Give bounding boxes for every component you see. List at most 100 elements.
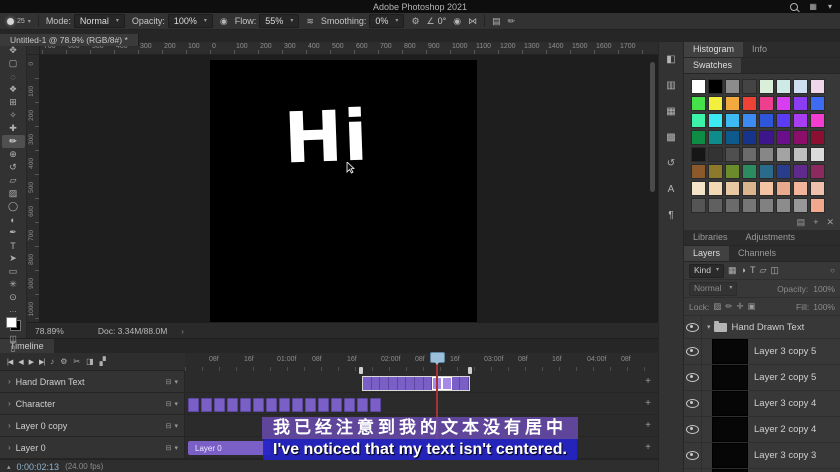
screen-mode-icon[interactable]: ▯ — [11, 344, 15, 353]
timeline-frame-clip[interactable] — [370, 398, 381, 412]
tool-quick-selection[interactable]: ❖ — [2, 83, 25, 96]
delete-swatch-icon[interactable]: ✕ — [826, 217, 834, 228]
timeline-frame-clip[interactable] — [201, 398, 212, 412]
swatch[interactable] — [691, 198, 706, 213]
swatch[interactable] — [759, 147, 774, 162]
swatch[interactable] — [810, 113, 825, 128]
swatch[interactable] — [776, 79, 791, 94]
go-to-start-button[interactable]: |◀ — [7, 358, 12, 366]
swatch[interactable] — [725, 164, 740, 179]
swatch[interactable] — [742, 130, 757, 145]
swatch[interactable] — [742, 147, 757, 162]
swatch[interactable] — [691, 96, 706, 111]
visibility-toggle[interactable] — [684, 339, 702, 364]
timeline-frame-clip[interactable] — [279, 398, 290, 412]
next-frame-button[interactable]: ▶| — [39, 358, 44, 366]
zoom-level[interactable]: 78.89% — [35, 326, 64, 336]
airbrush-icon[interactable]: ≋ — [306, 16, 314, 27]
previous-frame-button[interactable]: ◀ — [18, 358, 22, 366]
add-media-button[interactable]: + — [645, 442, 651, 453]
layer-row[interactable]: Layer 2 copy 4 — [684, 417, 840, 443]
lock-pixels-icon[interactable]: ✏ — [725, 301, 732, 312]
swatch[interactable] — [759, 198, 774, 213]
swatch[interactable] — [776, 198, 791, 213]
patterns-panel-icon[interactable]: ▦ — [666, 106, 675, 117]
tool-lasso[interactable]: ◌ — [2, 70, 25, 83]
swatch[interactable] — [810, 164, 825, 179]
tool-path-selection[interactable]: ➤ — [2, 252, 25, 265]
swatch[interactable] — [793, 198, 808, 213]
swatch[interactable] — [759, 96, 774, 111]
tool-brush[interactable]: ✏ — [2, 135, 25, 148]
swatch[interactable] — [776, 181, 791, 196]
tool-healing-brush[interactable]: ✚ — [2, 122, 25, 135]
swatch[interactable] — [742, 113, 757, 128]
frame-segment[interactable] — [424, 377, 433, 390]
color-panel-icon[interactable]: ◧ — [666, 54, 675, 65]
track-settings-icon[interactable]: ⊟ — [166, 378, 172, 386]
tool-dodge[interactable]: ◐ — [2, 213, 25, 226]
tab-histogram[interactable]: Histogram — [684, 42, 743, 57]
swatch[interactable] — [776, 147, 791, 162]
swatch[interactable] — [708, 198, 723, 213]
layer-thumbnail[interactable] — [712, 443, 748, 468]
filter-adjustment-icon[interactable]: ◑ — [741, 265, 746, 276]
quick-mask-icon[interactable]: ◫ — [9, 334, 17, 343]
swatch[interactable] — [725, 79, 740, 94]
history-panel-icon[interactable]: ↺ — [667, 158, 675, 169]
new-swatch-icon[interactable]: + — [813, 217, 818, 228]
timeline-frame-clip[interactable] — [331, 398, 342, 412]
timeline-frame-clip[interactable] — [253, 398, 264, 412]
tab-channels[interactable]: Channels — [729, 246, 785, 261]
swatch[interactable] — [810, 198, 825, 213]
visibility-toggle[interactable] — [684, 417, 702, 442]
track-header[interactable]: ›Character⊟▾ — [0, 393, 185, 414]
tab-info[interactable]: Info — [743, 42, 776, 57]
split-clip-icon[interactable]: ✂ — [73, 357, 80, 366]
swatch[interactable] — [810, 147, 825, 162]
swatch[interactable] — [708, 113, 723, 128]
swatch[interactable] — [691, 147, 706, 162]
layer-row[interactable]: Layer 3 copy 4 — [684, 391, 840, 417]
swatch[interactable] — [725, 181, 740, 196]
tool-clone-stamp[interactable]: ⊕ — [2, 148, 25, 161]
chevron-right-icon[interactable]: › — [181, 327, 184, 336]
tab-libraries[interactable]: Libraries — [684, 230, 737, 245]
swatch[interactable] — [708, 181, 723, 196]
tool-blur[interactable]: ◯ — [2, 200, 25, 213]
chevron-down-icon[interactable]: ▾ — [174, 400, 178, 408]
audio-toggle-icon[interactable]: ♪ — [50, 357, 54, 366]
tab-adjustments[interactable]: Adjustments — [737, 230, 805, 245]
vertical-scrollbar[interactable] — [650, 62, 655, 192]
lock-position-icon[interactable]: ✛ — [736, 301, 743, 312]
chevron-down-icon[interactable]: ▾ — [174, 378, 178, 386]
swatch[interactable] — [793, 130, 808, 145]
adjustments-panel-icon[interactable]: ▩ — [666, 132, 675, 143]
swatch[interactable] — [742, 181, 757, 196]
swatch[interactable] — [691, 181, 706, 196]
symmetry-icon[interactable]: ⋈ — [468, 16, 477, 27]
swatch[interactable] — [759, 164, 774, 179]
timeline-frame-clip[interactable] — [318, 398, 329, 412]
foreground-background-colors[interactable] — [6, 317, 21, 331]
add-media-button[interactable]: + — [645, 420, 651, 431]
swatch[interactable] — [810, 130, 825, 145]
clip-trim-handle[interactable] — [468, 367, 472, 374]
smoothing-options-gear-icon[interactable]: ⚙ — [411, 16, 419, 27]
timeline-ruler[interactable]: 08f16f01:00f08f16f02:00f08f16f03:00f08f1… — [185, 353, 658, 372]
chevron-right-icon[interactable]: › — [8, 421, 11, 430]
timeline-frame-clip[interactable] — [266, 398, 277, 412]
swatch[interactable] — [759, 130, 774, 145]
track-header[interactable]: ›Layer 0 copy⊟▾ — [0, 415, 185, 436]
frame-segment[interactable] — [460, 377, 469, 390]
chevron-right-icon[interactable]: › — [8, 377, 11, 386]
layer-row[interactable]: Layer 3 copy 5 — [684, 339, 840, 365]
chevron-down-icon[interactable]: ▾ — [707, 323, 711, 331]
track-settings-icon[interactable]: ⊟ — [166, 400, 172, 408]
filter-toggle-icon[interactable]: ○ — [830, 266, 835, 275]
tool-gradient[interactable]: ▨ — [2, 187, 25, 200]
swatch[interactable] — [776, 164, 791, 179]
smoothing-dropdown[interactable]: 0% ▾ — [369, 14, 404, 28]
filter-type-icon[interactable]: T — [750, 265, 756, 276]
chevron-down-icon[interactable]: ▾ — [174, 444, 178, 452]
